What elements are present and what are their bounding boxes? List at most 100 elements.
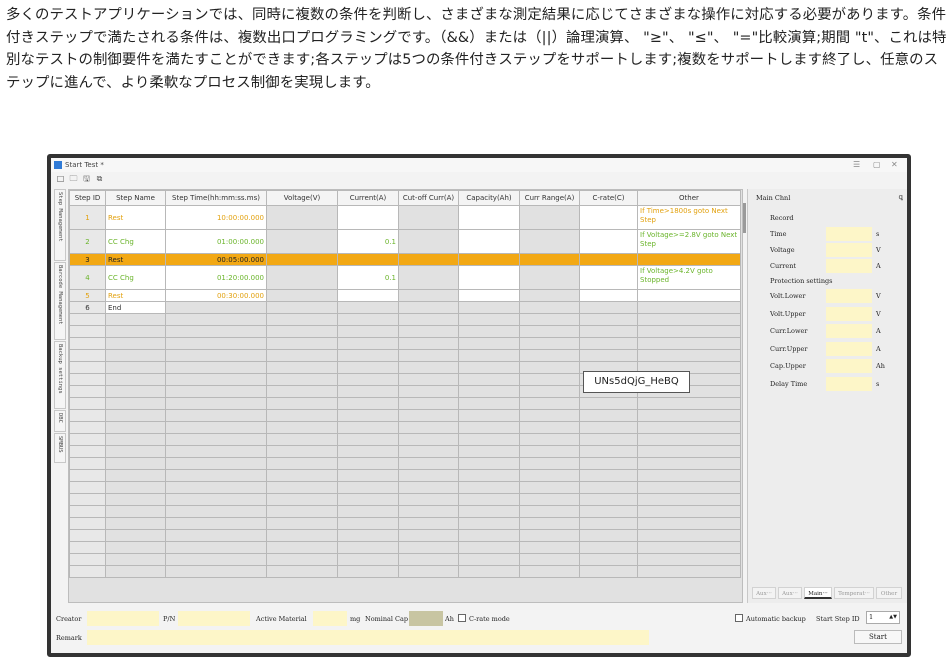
empty-cell[interactable]: [165, 397, 267, 410]
empty-cell[interactable]: [266, 493, 338, 506]
empty-cell[interactable]: [637, 445, 741, 458]
cutoff-current-cell[interactable]: [398, 253, 459, 266]
empty-table-row[interactable]: [69, 457, 741, 470]
empty-cell[interactable]: [69, 385, 106, 398]
c-rate-cell[interactable]: [579, 301, 638, 314]
empty-cell[interactable]: [579, 349, 638, 362]
cutoff-current-cell[interactable]: [398, 205, 459, 230]
other-cell[interactable]: [637, 253, 741, 266]
empty-cell[interactable]: [398, 349, 459, 362]
empty-cell[interactable]: [337, 313, 399, 326]
empty-table-row[interactable]: [69, 541, 741, 554]
remark-field[interactable]: [87, 630, 649, 645]
empty-table-row[interactable]: [69, 493, 741, 506]
empty-cell[interactable]: [637, 313, 741, 326]
empty-cell[interactable]: [105, 349, 166, 362]
empty-cell[interactable]: [266, 433, 338, 446]
empty-cell[interactable]: [165, 421, 267, 434]
empty-cell[interactable]: [337, 373, 399, 386]
empty-table-row[interactable]: [69, 553, 741, 566]
side-tab-backup-settings[interactable]: Backup settings: [54, 341, 66, 409]
empty-cell[interactable]: [458, 493, 520, 506]
step-id-cell[interactable]: 3: [69, 253, 106, 266]
empty-table-row[interactable]: [69, 565, 741, 578]
empty-cell[interactable]: [398, 313, 459, 326]
empty-cell[interactable]: [165, 445, 267, 458]
side-tab-step-management[interactable]: Step Management: [54, 189, 66, 261]
empty-cell[interactable]: [266, 325, 338, 338]
grid-vertical-scrollbar[interactable]: [743, 203, 746, 233]
empty-table-row[interactable]: [69, 469, 741, 482]
empty-cell[interactable]: [458, 397, 520, 410]
cutoff-current-cell[interactable]: [398, 289, 459, 302]
empty-cell[interactable]: [398, 541, 459, 554]
empty-cell[interactable]: [519, 397, 580, 410]
menu-icon[interactable]: ☰: [853, 158, 860, 172]
empty-cell[interactable]: [637, 409, 741, 422]
empty-cell[interactable]: [637, 493, 741, 506]
empty-table-row[interactable]: [69, 409, 741, 422]
empty-cell[interactable]: [266, 565, 338, 578]
empty-cell[interactable]: [165, 385, 267, 398]
new-file-icon[interactable]: □: [56, 174, 65, 183]
empty-table-row[interactable]: [69, 445, 741, 458]
empty-cell[interactable]: [69, 553, 106, 566]
empty-cell[interactable]: [266, 421, 338, 434]
empty-cell[interactable]: [519, 337, 580, 350]
setting-field[interactable]: [826, 289, 872, 303]
current-cell[interactable]: 0.1: [337, 229, 399, 254]
empty-cell[interactable]: [165, 361, 267, 374]
current-cell[interactable]: [337, 253, 399, 266]
empty-cell[interactable]: [398, 481, 459, 494]
empty-cell[interactable]: [165, 373, 267, 386]
empty-cell[interactable]: [637, 469, 741, 482]
empty-cell[interactable]: [637, 421, 741, 434]
empty-cell[interactable]: [398, 505, 459, 518]
empty-cell[interactable]: [637, 325, 741, 338]
empty-cell[interactable]: [519, 361, 580, 374]
step-time-cell[interactable]: 10:00:00.000: [165, 205, 267, 230]
empty-cell[interactable]: [105, 541, 166, 554]
setting-field[interactable]: [826, 359, 872, 373]
c-rate-cell[interactable]: [579, 265, 638, 290]
empty-cell[interactable]: [637, 565, 741, 578]
side-tab-dbc[interactable]: DBC: [54, 410, 66, 432]
current-cell[interactable]: [337, 205, 399, 230]
empty-cell[interactable]: [165, 409, 267, 422]
empty-cell[interactable]: [266, 481, 338, 494]
empty-table-row[interactable]: [69, 349, 741, 362]
empty-cell[interactable]: [69, 565, 106, 578]
setting-field[interactable]: [826, 324, 872, 338]
pin-icon[interactable]: ꝗ: [899, 193, 903, 201]
empty-cell[interactable]: [398, 529, 459, 542]
other-cell[interactable]: If Voltage>4.2V goto Stopped: [637, 265, 741, 290]
empty-cell[interactable]: [458, 541, 520, 554]
other-cell[interactable]: [637, 289, 741, 302]
empty-cell[interactable]: [266, 409, 338, 422]
empty-cell[interactable]: [398, 373, 459, 386]
active-material-field[interactable]: [313, 611, 347, 626]
c-rate-cell[interactable]: [579, 253, 638, 266]
setting-field[interactable]: [826, 376, 872, 391]
step-time-cell[interactable]: [165, 301, 267, 314]
current-range-cell[interactable]: [519, 229, 580, 254]
empty-cell[interactable]: [105, 457, 166, 470]
empty-cell[interactable]: [165, 433, 267, 446]
empty-cell[interactable]: [519, 349, 580, 362]
empty-cell[interactable]: [458, 421, 520, 434]
setting-field[interactable]: [826, 227, 872, 241]
empty-cell[interactable]: [458, 385, 520, 398]
column-header[interactable]: Voltage(V): [266, 190, 338, 206]
empty-cell[interactable]: [105, 337, 166, 350]
empty-cell[interactable]: [105, 373, 166, 386]
empty-cell[interactable]: [69, 469, 106, 482]
empty-cell[interactable]: [579, 433, 638, 446]
empty-cell[interactable]: [579, 445, 638, 458]
table-row[interactable]: 3 Rest 00:05:00.000: [69, 253, 741, 266]
empty-cell[interactable]: [579, 553, 638, 566]
empty-cell[interactable]: [165, 529, 267, 542]
empty-cell[interactable]: [337, 541, 399, 554]
empty-cell[interactable]: [266, 313, 338, 326]
empty-cell[interactable]: [165, 325, 267, 338]
empty-cell[interactable]: [519, 493, 580, 506]
